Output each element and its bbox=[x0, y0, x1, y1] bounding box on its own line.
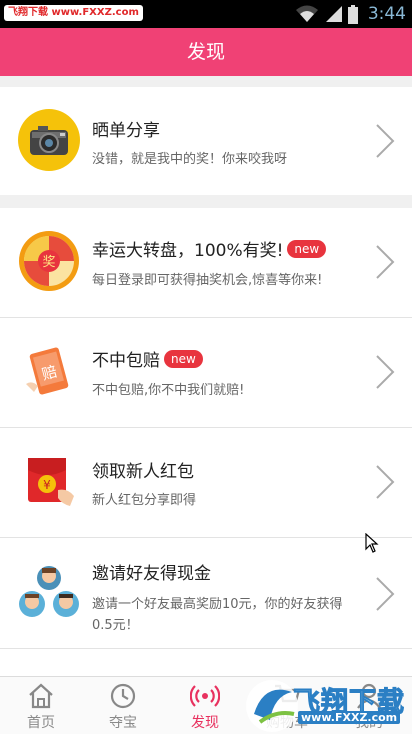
watermark-url: www.FXXZ.com bbox=[298, 711, 401, 724]
yuan-text: ¥ bbox=[43, 478, 51, 492]
chevron-right-icon bbox=[376, 577, 395, 611]
tab-discover[interactable]: 发现 bbox=[164, 677, 246, 734]
item-title-text: 不中包赔 bbox=[92, 351, 160, 371]
chevron-right-icon bbox=[376, 355, 395, 389]
status-bar: 飞翔下载 www.FXXZ.com 3:44 bbox=[0, 0, 412, 28]
new-badge: new bbox=[287, 240, 327, 258]
camera-icon bbox=[18, 109, 80, 171]
item-desc: 新人红包分享即得 bbox=[92, 493, 197, 508]
chevron-right-icon bbox=[376, 124, 395, 158]
item-desc: 没错，就是我中的奖！你来咬我呀 bbox=[92, 152, 288, 167]
friends-icon bbox=[19, 566, 79, 617]
broadcast-icon bbox=[190, 685, 220, 707]
tab-treasure[interactable]: 夺宝 bbox=[82, 677, 164, 734]
item-title: 幸运大转盘，100%有奖! new bbox=[92, 236, 327, 261]
clock-icon bbox=[110, 683, 136, 709]
item-desc: 邀请一个好友最高奖励10元，你的好友获得0.5元！ bbox=[92, 597, 343, 633]
tab-label: 夺宝 bbox=[109, 715, 137, 731]
chevron-right-icon bbox=[376, 465, 395, 499]
list-item-invite-friends[interactable]: 邀请好友得现金 邀请一个好友最高奖励10元，你的好友获得0.5元！ bbox=[0, 538, 412, 648]
list-item-share-order[interactable]: 晒单分享 没错，就是我中的奖！你来咬我呀 bbox=[0, 87, 412, 195]
signal-icon bbox=[325, 6, 342, 22]
item-title: 邀请好友得现金 bbox=[92, 564, 211, 584]
battery-icon bbox=[347, 4, 358, 24]
wifi-icon bbox=[295, 5, 318, 22]
chevron-right-icon bbox=[376, 245, 395, 279]
clock-time: 3:44 bbox=[367, 4, 406, 24]
list-item-partial bbox=[0, 649, 412, 676]
status-icons: 3:44 bbox=[295, 0, 406, 28]
item-desc: 不中包赔,你不中我们就赔! bbox=[92, 383, 245, 398]
wheel-prize-text: 奖 bbox=[42, 255, 55, 270]
item-title: 晒单分享 bbox=[92, 121, 160, 141]
home-icon bbox=[29, 683, 53, 709]
tab-label: 首页 bbox=[27, 715, 55, 731]
item-desc: 每日登录即可获得抽奖机会,惊喜等你来! bbox=[92, 273, 323, 288]
tab-label: 发现 bbox=[191, 715, 219, 731]
item-title-text: 幸运大转盘，100%有奖! bbox=[92, 241, 284, 261]
item-title: 领取新人红包 bbox=[92, 462, 194, 482]
list-item-guarantee[interactable]: 赔 不中包赔 new 不中包赔,你不中我们就赔! bbox=[0, 318, 412, 427]
list-item-lucky-wheel[interactable]: 奖 幸运大转盘，100%有奖! new 每日登录即可获得抽奖机会,惊喜等你来! bbox=[0, 208, 412, 317]
prize-wheel-icon: 奖 bbox=[19, 231, 79, 291]
title-bar: 发现 bbox=[0, 28, 412, 76]
tab-home[interactable]: 首页 bbox=[0, 677, 82, 734]
new-badge: new bbox=[164, 350, 203, 368]
mouse-cursor-icon bbox=[365, 533, 379, 553]
item-title: 不中包赔 new bbox=[92, 346, 203, 371]
watermark-badge: 飞翔下载 www.FXXZ.com bbox=[4, 5, 143, 21]
red-packet-icon: ¥ bbox=[28, 458, 74, 506]
page-title: 发现 bbox=[186, 41, 225, 63]
compensation-card-icon: 赔 bbox=[26, 347, 69, 395]
list-item-new-user-red-packet[interactable]: ¥ 领取新人红包 新人红包分享即得 bbox=[0, 428, 412, 537]
